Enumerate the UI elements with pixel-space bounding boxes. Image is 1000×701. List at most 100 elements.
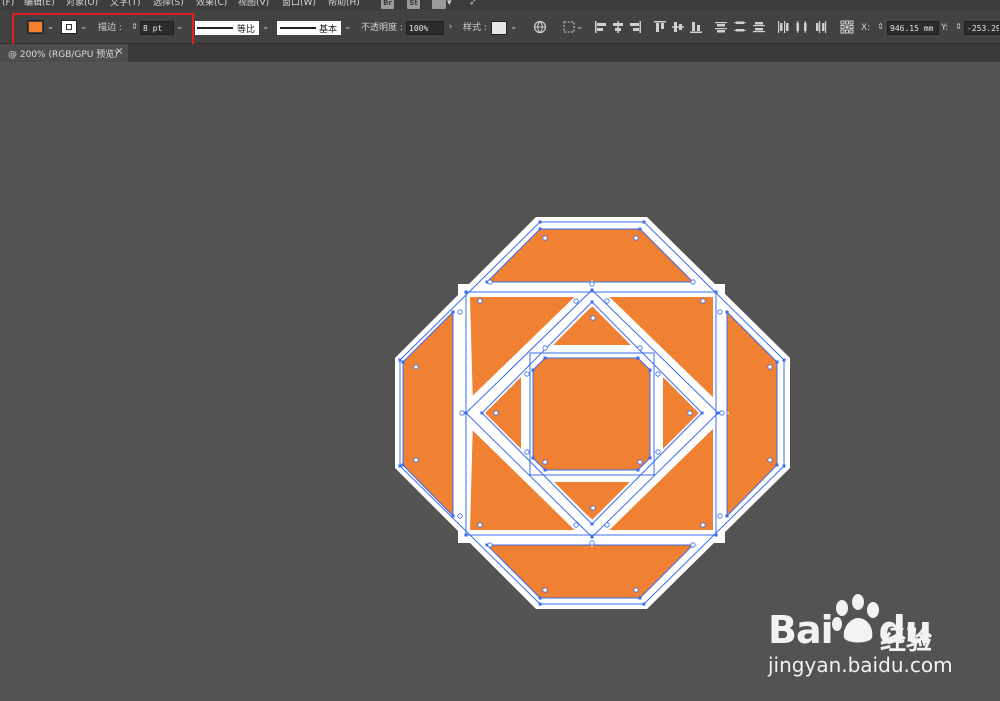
brush-select[interactable]: 基本 <box>277 21 341 35</box>
anchor-point[interactable] <box>725 310 729 314</box>
center-point-marker <box>604 522 610 528</box>
anchor-point[interactable] <box>531 456 535 460</box>
menu-window[interactable]: 窗口(W) <box>282 0 316 9</box>
anchor-point[interactable] <box>775 463 779 467</box>
workspace-icon[interactable] <box>432 0 446 9</box>
anchor-point[interactable] <box>480 411 484 415</box>
close-icon[interactable]: × <box>115 46 123 57</box>
anchor-point[interactable] <box>782 464 786 468</box>
anchor-point[interactable] <box>648 368 652 372</box>
anchor-point[interactable] <box>538 602 542 606</box>
menu-effect[interactable]: 效果(C) <box>196 0 227 9</box>
stock-button[interactable]: St <box>407 0 420 9</box>
anchor-point[interactable] <box>636 468 640 472</box>
anchor-point[interactable] <box>716 411 720 415</box>
menu-help[interactable]: 帮助(H) <box>328 0 360 9</box>
anchor-point[interactable] <box>636 356 640 360</box>
stepper-icon[interactable]: ⇕ <box>875 20 886 34</box>
distribute-hcenter-icon[interactable] <box>795 20 809 34</box>
bridge-button[interactable]: Br <box>381 0 394 9</box>
distribute-right-icon[interactable] <box>814 20 828 34</box>
menu-type[interactable]: 文字(T) <box>110 0 141 9</box>
anchor-point[interactable] <box>700 411 704 415</box>
profile-select[interactable]: 等比 <box>195 21 259 35</box>
align-middle-icon[interactable] <box>671 20 685 34</box>
anchor-point[interactable] <box>538 220 542 224</box>
center-point-marker <box>487 542 493 548</box>
feather-icon[interactable]: ➶ <box>469 0 477 9</box>
anchor-point[interactable] <box>782 358 786 362</box>
align-center-icon[interactable] <box>611 20 625 34</box>
align-top-icon[interactable] <box>653 20 667 34</box>
anchor-point[interactable] <box>538 227 542 231</box>
anchor-point[interactable] <box>590 522 594 526</box>
distribute-top-icon[interactable] <box>714 20 728 34</box>
center-point-marker <box>542 459 548 465</box>
anchor-point[interactable] <box>642 602 646 606</box>
distribute-bottom-icon[interactable] <box>752 20 766 34</box>
globe-icon[interactable] <box>533 20 547 34</box>
anchor-point[interactable] <box>775 360 779 364</box>
anchor-point[interactable] <box>543 356 547 360</box>
center-point-marker <box>655 449 661 455</box>
chevron-down-icon[interactable]: ▾ <box>447 0 452 9</box>
distribute-left-icon[interactable] <box>776 20 790 34</box>
align-left-icon[interactable] <box>594 20 608 34</box>
reference-point-icon[interactable] <box>840 20 854 34</box>
center-point-marker <box>413 457 419 463</box>
document-tab[interactable]: @ 200% (RGB/GPU 预览) × <box>0 44 128 62</box>
opacity-input[interactable]: 100% <box>406 21 444 35</box>
chevron-down-icon[interactable]: ⌄ <box>260 20 271 34</box>
anchor-point[interactable] <box>398 464 402 468</box>
center-point-marker <box>542 587 548 593</box>
anchor-point[interactable] <box>464 290 468 294</box>
anchor-point[interactable] <box>590 535 594 539</box>
center-point-marker <box>719 410 725 416</box>
stepper-icon[interactable]: ⇕ <box>953 20 964 34</box>
watermark-url: jingyan.baidu.com <box>768 653 953 677</box>
anchor-point[interactable] <box>642 220 646 224</box>
chevron-down-icon[interactable]: ⌄ <box>508 20 519 34</box>
menu-file[interactable]: (F) <box>2 0 14 9</box>
menu-select[interactable]: 选择(S) <box>153 0 184 9</box>
anchor-point[interactable] <box>714 533 718 537</box>
x-position-input[interactable]: 946.15 mm <box>887 21 939 35</box>
anchor-point[interactable] <box>464 411 468 415</box>
anchor-point[interactable] <box>543 468 547 472</box>
anchor-point[interactable] <box>451 514 455 518</box>
anchor-point[interactable] <box>725 514 729 518</box>
style-label: 样式 : <box>463 23 487 33</box>
chevron-down-icon[interactable]: ⌄ <box>574 20 585 34</box>
anchor-point[interactable] <box>464 533 468 537</box>
distribute-vcenter-icon[interactable] <box>733 20 747 34</box>
anchor-point[interactable] <box>451 310 455 314</box>
align-right-icon[interactable] <box>628 20 642 34</box>
anchor-point[interactable] <box>590 300 594 304</box>
menu-object[interactable]: 对象(O) <box>66 0 98 9</box>
chevron-right-icon[interactable]: › <box>445 20 456 34</box>
center-point-marker <box>524 371 530 377</box>
anchor-point[interactable] <box>538 596 542 600</box>
align-bottom-icon[interactable] <box>689 20 703 34</box>
chevron-down-icon[interactable]: ⌄ <box>342 20 353 34</box>
center-point-marker <box>717 309 723 315</box>
center-point-marker <box>767 364 773 370</box>
anchor-point[interactable] <box>401 463 405 467</box>
style-swatch[interactable] <box>491 21 507 35</box>
anchor-point[interactable] <box>638 227 642 231</box>
center-point-marker <box>457 309 463 315</box>
y-position-input[interactable]: -253.294 <box>964 21 1000 35</box>
menu-edit[interactable]: 编辑(E) <box>24 0 55 9</box>
anchor-point[interactable] <box>648 456 652 460</box>
center-point-marker <box>767 457 773 463</box>
profile-label: 等比 <box>237 25 256 35</box>
center-point-marker <box>633 587 639 593</box>
center-point-marker <box>655 371 661 377</box>
menu-view[interactable]: 视图(V) <box>238 0 269 9</box>
anchor-point[interactable] <box>398 358 402 362</box>
anchor-point[interactable] <box>531 368 535 372</box>
anchor-point[interactable] <box>401 360 405 364</box>
anchor-point[interactable] <box>638 596 642 600</box>
anchor-point[interactable] <box>714 290 718 294</box>
anchor-point[interactable] <box>590 288 594 292</box>
